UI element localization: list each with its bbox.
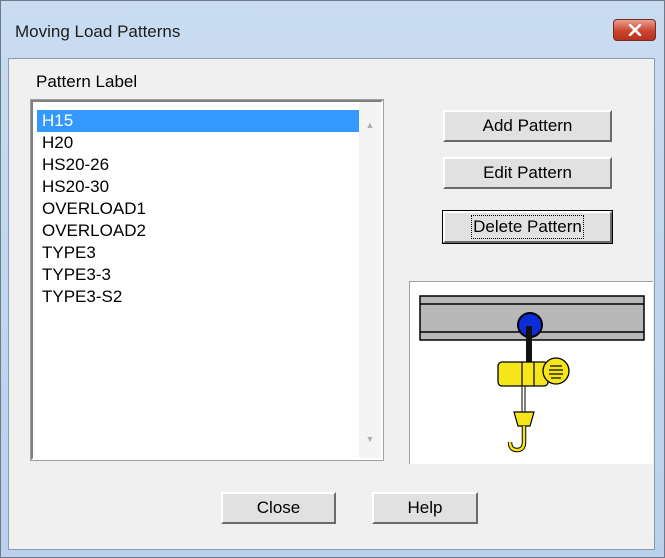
edit-pattern-button[interactable]: Edit Pattern [443,157,612,189]
help-label: Help [407,498,443,517]
delete-pattern-button[interactable]: Delete Pattern [442,210,613,244]
list-item[interactable]: HS20-30 [37,176,359,198]
vertical-scrollbar[interactable]: ▲ ▼ [359,102,381,458]
chevron-up-icon: ▲ [365,120,375,130]
list-item[interactable]: OVERLOAD2 [37,220,359,242]
list-item[interactable]: OVERLOAD1 [37,198,359,220]
close-icon [628,24,641,36]
list-item[interactable]: H15 [37,110,359,132]
crane-hoist-picture [419,295,645,453]
help-button[interactable]: Help [372,492,478,524]
close-window-button[interactable] [613,19,656,41]
list-item[interactable]: TYPE3-3 [37,264,359,286]
scroll-up-button[interactable]: ▲ [359,114,381,136]
title-bar[interactable]: Moving Load Patterns [1,1,664,59]
list-item[interactable]: TYPE3 [37,242,359,264]
list-item[interactable]: TYPE3-S2 [37,286,359,308]
pattern-listbox[interactable]: H15 H20 HS20-26 HS20-30 OVERLOAD1 OVERLO… [30,99,384,461]
add-pattern-button[interactable]: Add Pattern [443,110,612,142]
close-label: Close [256,498,301,517]
pattern-label-heading: Pattern Label [36,72,138,91]
list-item[interactable]: H20 [37,132,359,154]
list-item[interactable]: HS20-26 [37,154,359,176]
crane-hoist-illustration [409,281,653,464]
chevron-down-icon: ▼ [365,434,375,444]
pattern-list: H15 H20 HS20-26 HS20-30 OVERLOAD1 OVERLO… [37,110,359,308]
edit-pattern-label: Edit Pattern [483,163,572,182]
close-button[interactable]: Close [221,492,336,524]
add-pattern-label: Add Pattern [482,116,573,135]
scroll-down-button[interactable]: ▼ [359,428,381,450]
delete-pattern-label: Delete Pattern [471,215,584,239]
window-title: Moving Load Patterns [15,22,181,41]
